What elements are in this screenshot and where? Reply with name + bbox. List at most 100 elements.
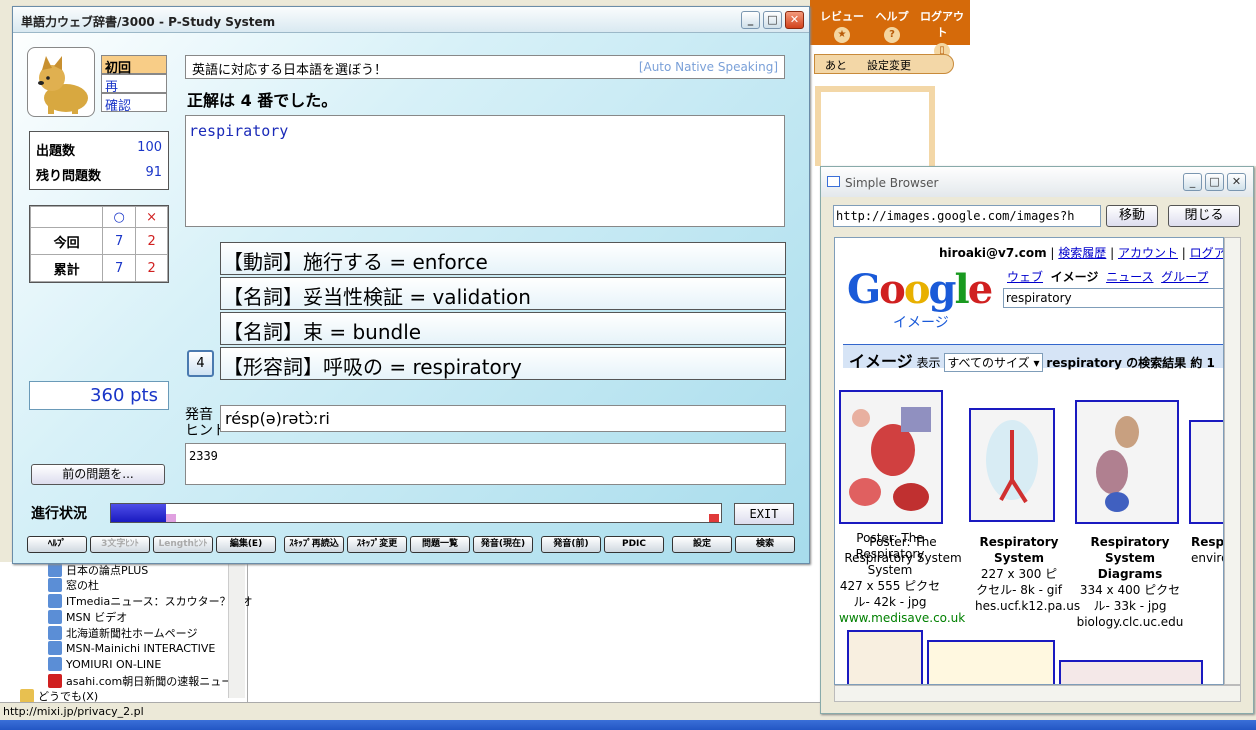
- question-counts: 出題数 100 残り問題数 91: [29, 131, 169, 190]
- choice-4[interactable]: 【形容詞】呼吸の = respiratory: [220, 347, 786, 380]
- skip-reload-button[interactable]: ｽｷｯﾌﾟ再読込: [284, 536, 344, 553]
- favorite-item[interactable]: asahi.com朝日新聞の速報ニュー: [48, 673, 232, 689]
- go-button[interactable]: 移動: [1106, 205, 1158, 227]
- browser-page: hiroaki@v7.com | 検索履歴 | アカウント | ログアウト Go…: [834, 237, 1224, 685]
- question-list-button[interactable]: 問題一覧: [410, 536, 470, 553]
- result-thumbnail[interactable]: [1075, 400, 1179, 524]
- nav-review[interactable]: レビュー ★: [816, 8, 868, 43]
- section-title: イメージ: [849, 352, 913, 371]
- favorites-scrollbar[interactable]: [228, 562, 245, 698]
- score-table: ○ × 今回 7 2 累計 7 2: [29, 205, 169, 283]
- result-caption: Respiratory System Diagrams 334 x 400 ピク…: [1076, 535, 1184, 629]
- account-link[interactable]: アカウント: [1118, 246, 1178, 260]
- search-history-link[interactable]: 検索履歴: [1058, 246, 1106, 260]
- logout-link[interactable]: ログアウト: [1190, 246, 1223, 260]
- favorite-item[interactable]: 日本の論点PLUS: [48, 562, 148, 578]
- url-field[interactable]: http://images.google.com/images?h: [833, 205, 1101, 227]
- google-logo: Google: [847, 266, 993, 313]
- maximize-button[interactable]: □: [763, 11, 782, 29]
- progress-fill: [111, 504, 166, 522]
- page-icon: [48, 610, 62, 624]
- pstudy-window: 単語力ウェブ辞書/3000 - P-Study System _ □ ✕ 初回 …: [12, 6, 810, 564]
- result-thumbnail[interactable]: [927, 640, 1055, 684]
- score-wrong: 2: [135, 254, 168, 282]
- size-select[interactable]: すべてのサイズ ▾: [944, 353, 1043, 372]
- maximize-button[interactable]: □: [1205, 173, 1224, 191]
- image-result[interactable]: [969, 408, 1055, 528]
- choice-3[interactable]: 【名詞】束 = bundle: [220, 312, 786, 345]
- search-input[interactable]: respiratory: [1003, 288, 1223, 308]
- horizontal-scrollbar[interactable]: [834, 685, 1241, 702]
- image-result[interactable]: [1075, 400, 1179, 530]
- close-button[interactable]: ✕: [785, 11, 804, 29]
- favorite-item[interactable]: MSN ビデオ: [48, 609, 127, 625]
- page-icon: [48, 657, 62, 671]
- result-caption: Poster: The Respiratory System: [844, 535, 962, 565]
- result-thumbnail[interactable]: [1189, 420, 1223, 524]
- image-result[interactable]: Poster: The Respiratory System 427 x 555…: [839, 390, 965, 626]
- remaining-count: 91: [145, 165, 162, 180]
- length-hint-button[interactable]: Lengthﾋﾝﾄ: [153, 536, 213, 553]
- prompt-text: 英語に対応する日本語を選ぼう！: [192, 63, 388, 78]
- mode-review[interactable]: 確認: [101, 93, 167, 114]
- progress-marker: [165, 514, 176, 522]
- result-thumbnail[interactable]: [969, 408, 1055, 522]
- question-box: respiratory: [185, 115, 785, 227]
- auto-native-speaking[interactable]: [Auto Native Speaking]: [639, 60, 778, 74]
- search-tabs: ウェブ イメージ ニュース グループ: [1007, 268, 1208, 285]
- score-row-label: 今回: [29, 227, 104, 256]
- favorite-item[interactable]: MSN-Mainichi INTERACTIVE: [48, 641, 215, 655]
- result-thumbnail[interactable]: [1059, 660, 1203, 684]
- minimize-button[interactable]: _: [1183, 173, 1202, 191]
- search-button[interactable]: 検索: [735, 536, 795, 553]
- tab-web[interactable]: ウェブ: [1007, 270, 1043, 284]
- bottom-toolbar: ﾍﾙﾌﾟ 3文字ﾋﾝﾄ Lengthﾋﾝﾄ 編集(E) ｽｷｯﾌﾟ再読込 ｽｷｯ…: [27, 536, 797, 554]
- vertical-scrollbar[interactable]: [1224, 237, 1241, 685]
- mode-first[interactable]: 初回: [101, 55, 167, 76]
- dog-mascot: [27, 47, 95, 117]
- mode-retry[interactable]: 再: [101, 74, 167, 95]
- favorite-item[interactable]: ITmediaニュース：スカウター？ オ: [48, 593, 253, 609]
- choice-2[interactable]: 【名詞】妥当性検証 = validation: [220, 277, 786, 310]
- correct-header: ○: [102, 205, 137, 229]
- tab-groups[interactable]: グループ: [1161, 270, 1208, 284]
- prompt-bar: 英語に対応する日本語を選ぼう！ [Auto Native Speaking]: [185, 55, 785, 79]
- results-header: イメージ 表示 すべてのサイズ ▾ respiratory の検索結果 約 1: [843, 344, 1223, 372]
- background-nav-bar: レビュー ★ ヘルプ? ログアウト ▯: [810, 0, 970, 59]
- favorite-item[interactable]: 窓の杜: [48, 577, 99, 593]
- tab-images[interactable]: イメージ: [1051, 270, 1099, 284]
- edit-button[interactable]: 編集(E): [216, 536, 276, 553]
- background-panel: [815, 86, 935, 166]
- favorite-item[interactable]: YOMIURI ON-LINE: [48, 657, 161, 671]
- tab-later[interactable]: あと: [815, 55, 857, 75]
- pronounce-previous-button[interactable]: 発音(前): [541, 536, 601, 553]
- skip-change-button[interactable]: ｽｷｯﾌﾟ変更: [347, 536, 407, 553]
- help-button[interactable]: ﾍﾙﾌﾟ: [27, 536, 87, 553]
- page-icon: [48, 594, 62, 608]
- exit-button[interactable]: EXIT: [734, 503, 794, 525]
- result-thumbnail[interactable]: [839, 390, 943, 524]
- nav-logout[interactable]: ログアウト ▯: [916, 8, 968, 59]
- three-letter-hint-button[interactable]: 3文字ﾋﾝﾄ: [90, 536, 150, 553]
- star-icon: ★: [834, 27, 850, 43]
- tab-news[interactable]: ニュース: [1106, 270, 1153, 284]
- page-icon: [48, 641, 62, 655]
- google-logo-sub: イメージ: [893, 315, 949, 331]
- background-tabs: あと 設定変更: [814, 54, 954, 74]
- question-icon: ?: [884, 27, 900, 43]
- minimize-button[interactable]: _: [741, 11, 760, 29]
- settings-button[interactable]: 設定: [672, 536, 732, 553]
- tab-settings[interactable]: 設定変更: [857, 55, 921, 75]
- score-correct: 7: [102, 254, 137, 282]
- favorite-item[interactable]: 北海道新聞社ホームページ: [48, 625, 197, 641]
- selected-choice-number[interactable]: 4: [187, 350, 214, 377]
- pronounce-current-button[interactable]: 発音(現在): [473, 536, 533, 553]
- wrong-header: ×: [135, 205, 168, 229]
- choice-1[interactable]: 【動詞】施行する = enforce: [220, 242, 786, 275]
- previous-question-button[interactable]: 前の問題を...: [31, 464, 165, 485]
- close-button[interactable]: ✕: [1227, 173, 1246, 191]
- pdic-button[interactable]: PDIC: [604, 536, 664, 553]
- close-browser-button[interactable]: 閉じる: [1168, 205, 1240, 227]
- nav-help[interactable]: ヘルプ?: [866, 8, 918, 43]
- result-thumbnail[interactable]: [847, 630, 923, 684]
